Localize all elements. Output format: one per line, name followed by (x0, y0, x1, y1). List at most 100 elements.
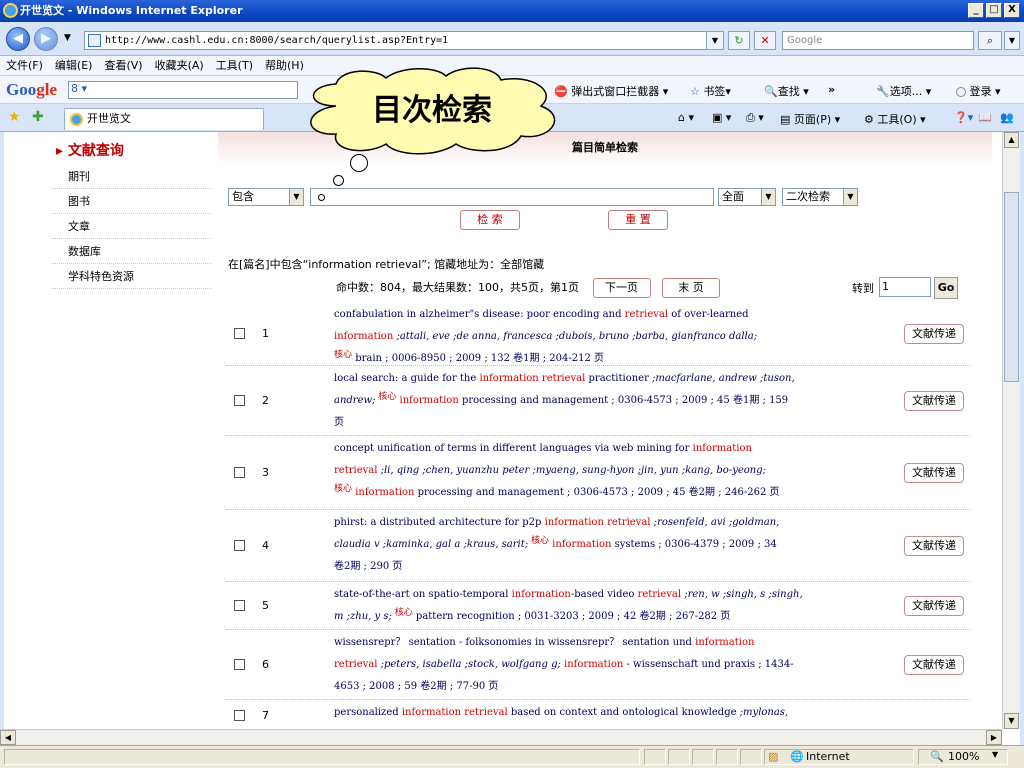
sidebar-item-books[interactable]: 图书 (52, 189, 212, 214)
citation-text: wissensrepr？ sentation - folksonomies in… (334, 637, 696, 648)
print-icon[interactable]: ⎙ ▾ (746, 111, 764, 125)
document-delivery-button[interactable]: 文献传递 (904, 655, 964, 675)
citation-text: ; 290 页 (360, 561, 403, 572)
menu-favorites[interactable]: 收藏夹(A) (149, 56, 210, 76)
result-checkbox[interactable] (234, 328, 245, 339)
tools-menu-button[interactable]: ⚙ 工具(O) ▾ (864, 111, 926, 127)
document-delivery-button[interactable]: 文献传递 (904, 596, 964, 616)
minimize-button[interactable]: _ (968, 3, 984, 18)
citation-text: local search: a guide for the (334, 373, 480, 384)
address-bar[interactable]: http://www.cashl.edu.cn:8000/search/quer… (84, 31, 724, 50)
horizontal-scrollbar[interactable]: ◀ ▶ (0, 729, 1002, 745)
reset-button[interactable]: 重 置 (608, 210, 668, 230)
page-icon (88, 34, 101, 47)
research-icon[interactable]: 📖 (978, 111, 992, 124)
citation-text: ; 204-212 页 (539, 353, 604, 364)
add-favorites-icon[interactable]: ✚ (32, 109, 44, 125)
maximize-button[interactable]: □ (986, 3, 1002, 18)
highlight-term: information (695, 637, 755, 648)
vertical-scrollbar[interactable]: ▲ ▼ (1002, 132, 1020, 729)
favorites-star-icon[interactable]: ★ (8, 109, 21, 125)
scroll-left-arrow-icon[interactable]: ◀ (0, 730, 16, 745)
sidebar-item-articles[interactable]: 文章 (52, 214, 212, 239)
sidebar-item-databases[interactable]: 数据库 (52, 239, 212, 264)
sidebar-item-subject-resources[interactable]: 学科特色资源 (52, 264, 212, 289)
result-number: 7 (262, 709, 269, 722)
menu-file[interactable]: 文件(F) (0, 56, 49, 76)
search-submit-button[interactable]: 检 索 (460, 210, 520, 230)
result-checkbox[interactable] (234, 659, 245, 670)
highlight-term: information retrieval (401, 707, 508, 718)
document-delivery-button[interactable]: 文献传递 (904, 391, 964, 411)
menu-tools[interactable]: 工具(T) (210, 56, 259, 76)
find-button[interactable]: 🔍查找 ▾ (764, 83, 809, 99)
more-button[interactable]: » (828, 83, 835, 96)
search-placeholder: Google (787, 35, 823, 46)
result-citation[interactable]: personalized information retrieval based… (334, 702, 834, 724)
document-delivery-button[interactable]: 文献传递 (904, 324, 964, 344)
go-button[interactable]: Go (934, 277, 958, 299)
tab-current[interactable]: 开世览文 (64, 108, 264, 130)
refresh-button[interactable]: ↻ (728, 31, 750, 50)
search-button[interactable]: ⌕ (978, 31, 1002, 50)
forward-button[interactable]: ▶ (34, 27, 58, 51)
zoom-dropdown-icon[interactable]: ▼ (992, 750, 998, 759)
scope-select[interactable]: 全面 ▼ (718, 188, 776, 206)
bookmarks-button[interactable]: ☆ 书签▾ (690, 83, 731, 99)
citation-line: 页 (334, 412, 834, 434)
core-journal-badge: 核心 (391, 608, 413, 618)
goto-page-input[interactable]: 1 (879, 277, 931, 297)
sidebar-item-journals[interactable]: 期刊 (52, 164, 212, 189)
citation-line: state-of-the-art on spatio-temporal info… (334, 584, 834, 606)
scroll-up-arrow-icon[interactable]: ▲ (1004, 132, 1019, 148)
scroll-down-arrow-icon[interactable]: ▼ (1004, 713, 1019, 729)
citation-text: processing and management ; 0306-4573 ; … (458, 395, 733, 406)
history-dropdown-icon[interactable]: ▼ (64, 33, 71, 43)
menu-edit[interactable]: 编辑(E) (49, 56, 99, 76)
chevron-down-icon: ▼ (761, 189, 775, 205)
help-icon[interactable]: ❓▾ (954, 111, 973, 124)
result-citation[interactable]: concept unification of terms in differen… (334, 438, 834, 504)
options-button[interactable]: 🔧选项... ▾ (876, 83, 931, 99)
feeds-icon[interactable]: ▣ ▾ (712, 111, 731, 124)
result-checkbox[interactable] (234, 710, 245, 721)
stop-button[interactable]: ✕ (754, 31, 776, 50)
document-delivery-button[interactable]: 文献传递 (904, 536, 964, 556)
citation-line: phirst: a distributed architecture for p… (334, 512, 834, 534)
highlight-term: retrieval (637, 589, 682, 600)
google-search-field[interactable]: 8 ▾ (68, 81, 298, 99)
result-citation[interactable]: wissensrepr？ sentation - folksonomies in… (334, 632, 834, 698)
next-page-button[interactable]: 下一页 (592, 278, 651, 298)
citation-text: brain ; 0006-8950 ; 2009 ; 132 (352, 353, 514, 364)
address-dropdown-button[interactable]: ▼ (706, 31, 724, 50)
result-citation[interactable]: confabulation in alzheimer"s disease: po… (334, 304, 834, 370)
popup-blocker-button[interactable]: ⛔ 弹出式窗口拦截器 ▾ (554, 83, 668, 99)
status-text-pane (4, 749, 640, 765)
scroll-right-arrow-icon[interactable]: ▶ (986, 730, 1002, 745)
menu-view[interactable]: 查看(V) (98, 56, 148, 76)
last-page-button[interactable]: 末 页 (662, 278, 720, 298)
search-options-button[interactable]: ▼ (1004, 31, 1020, 50)
result-citation[interactable]: local search: a guide for the informatio… (334, 368, 834, 434)
search-input[interactable]: Google (782, 31, 974, 50)
messenger-icon[interactable]: 👥 (1000, 111, 1014, 124)
sidebar-head[interactable]: ▸ 文献查询 (52, 140, 212, 160)
close-window-button[interactable]: X (1004, 3, 1020, 18)
result-checkbox[interactable] (234, 600, 245, 611)
result-citation[interactable]: phirst: a distributed architecture for p… (334, 512, 834, 578)
login-button[interactable]: 登录 ▾ (956, 83, 1001, 99)
result-checkbox[interactable] (234, 540, 245, 551)
back-button[interactable]: ◀ (6, 27, 30, 51)
match-mode-select[interactable]: 包含 ▼ (228, 188, 304, 206)
result-citation[interactable]: state-of-the-art on spatio-temporal info… (334, 584, 834, 628)
google-logo[interactable]: Google (6, 80, 57, 100)
query-input[interactable] (310, 188, 714, 206)
result-checkbox[interactable] (234, 395, 245, 406)
scroll-thumb[interactable] (1004, 192, 1019, 382)
home-icon[interactable]: ⌂ ▾ (678, 111, 694, 124)
document-delivery-button[interactable]: 文献传递 (904, 463, 964, 483)
result-checkbox[interactable] (234, 467, 245, 478)
tab-ie-icon (70, 113, 83, 126)
page-menu-button[interactable]: ▤ 页面(P) ▾ (780, 111, 840, 127)
secondary-search-select[interactable]: 二次检索 ▼ (782, 188, 858, 206)
